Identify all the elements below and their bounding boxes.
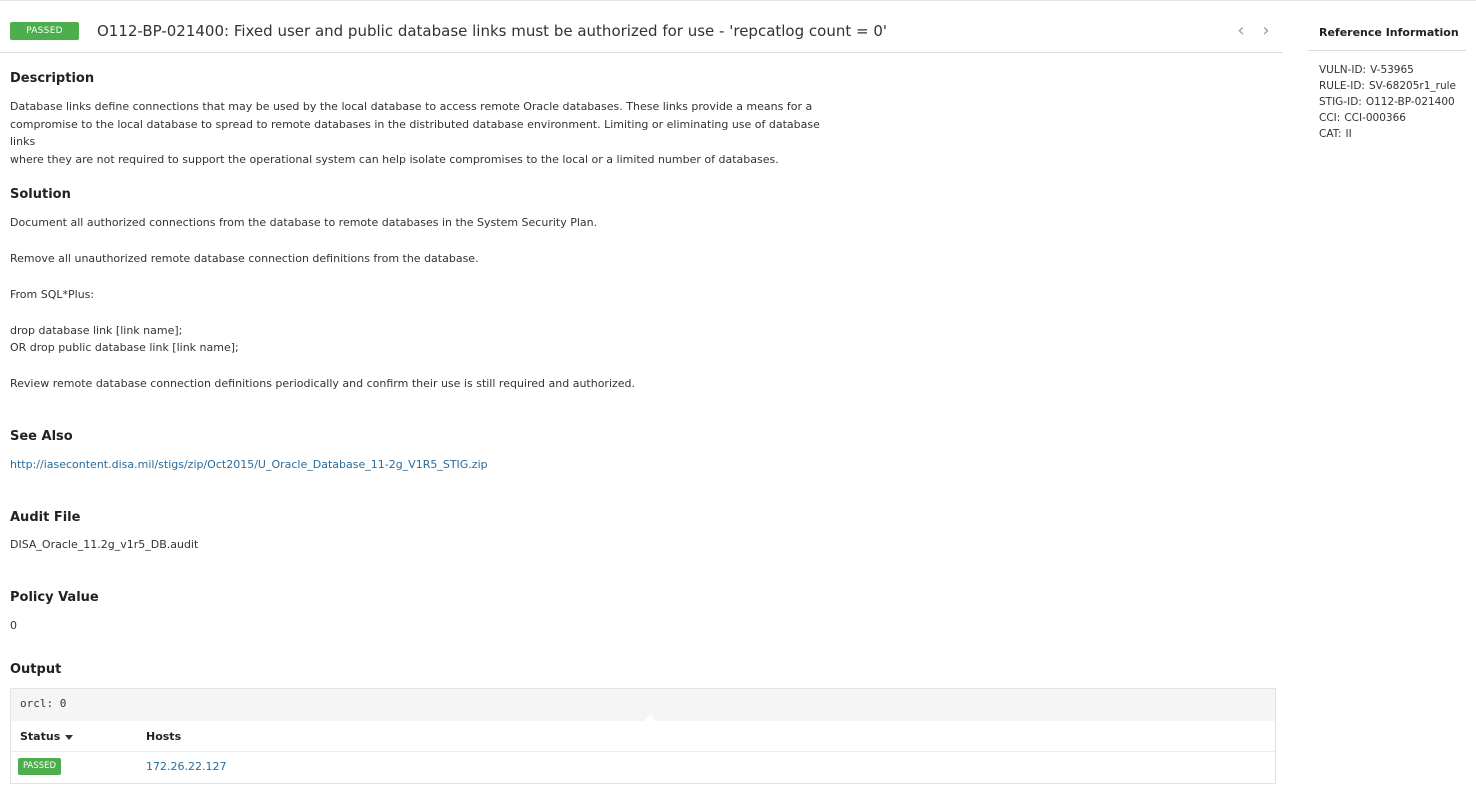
reference-value: CCI-000366 [1344, 112, 1406, 124]
see-also-heading: See Also [10, 429, 73, 444]
output-box: orcl: 0 Status Hosts PASSED 172.26.22.12… [10, 688, 1276, 784]
reference-item: VULN-ID: V-53965 [1319, 62, 1456, 78]
reference-item: RULE-ID: SV-68205r1_rule [1319, 78, 1456, 94]
reference-list: VULN-ID: V-53965 RULE-ID: SV-68205r1_rule … [1319, 62, 1456, 142]
description-heading: Description [10, 71, 95, 86]
reference-key: RULE-ID: [1319, 80, 1365, 92]
output-heading: Output [10, 662, 62, 677]
solution-heading: Solution [10, 187, 71, 202]
header: PASSED O112-BP-021400: Fixed user and pu… [0, 0, 1283, 53]
reference-item: CAT: II [1319, 126, 1456, 142]
description-text: Database links define connections that m… [10, 98, 830, 168]
status-column-label: Status [20, 730, 61, 743]
solution-line: OR drop public database link [link name]… [10, 341, 239, 354]
description-line: compromise to the local database to spre… [10, 117, 820, 149]
solution-line: Remove all unauthorized remote database … [10, 252, 479, 265]
sort-down-icon [65, 734, 74, 740]
host-link[interactable]: 172.26.22.127 [146, 760, 226, 774]
solution-line: From SQL*Plus: [10, 288, 95, 301]
solution-line: drop database link [link name]; [10, 324, 183, 337]
chevron-right-icon[interactable]: › [1257, 21, 1275, 41]
solution-line: Review remote database connection defini… [10, 377, 636, 390]
reference-item: STIG-ID: O112-BP-021400 [1319, 94, 1456, 110]
policy-value: 0 [10, 619, 17, 632]
reference-key: STIG-ID: [1319, 96, 1362, 108]
caret-up-icon [644, 715, 656, 721]
hosts-column-header: Hosts [146, 730, 182, 743]
see-also-link[interactable]: http://iasecontent.disa.mil/stigs/zip/Oc… [10, 458, 488, 471]
reference-value: II [1345, 128, 1352, 140]
see-also-link-wrap: http://iasecontent.disa.mil/stigs/zip/Oc… [10, 456, 488, 474]
reference-key: VULN-ID: [1319, 64, 1367, 76]
policy-value-heading: Policy Value [10, 590, 99, 605]
reference-key: CCI: [1319, 112, 1341, 124]
chevron-left-icon[interactable]: ‹ [1232, 21, 1250, 41]
solution-line: Document all authorized connections from… [10, 216, 598, 229]
reference-divider [1308, 50, 1466, 51]
reference-heading: Reference Information [1319, 26, 1459, 39]
row-divider [11, 751, 1275, 752]
audit-file-heading: Audit File [10, 510, 81, 525]
reference-key: CAT: [1319, 128, 1342, 140]
audit-file-value: DISA_Oracle_11.2g_v1r5_DB.audit [10, 538, 199, 551]
description-line: where they are not required to support t… [10, 152, 779, 166]
output-code: orcl: 0 [11, 689, 1275, 721]
reference-value: O112-BP-021400 [1365, 96, 1455, 108]
reference-value: SV-68205r1_rule [1368, 80, 1457, 92]
status-column-header[interactable]: Status [20, 730, 74, 744]
reference-item: CCI: CCI-000366 [1319, 110, 1456, 126]
row-status-badge: PASSED [18, 758, 61, 775]
status-badge: PASSED [10, 22, 79, 40]
page-title: O112-BP-021400: Fixed user and public da… [97, 22, 887, 40]
reference-value: V-53965 [1370, 64, 1414, 76]
description-line: Database links define connections that m… [10, 100, 813, 113]
